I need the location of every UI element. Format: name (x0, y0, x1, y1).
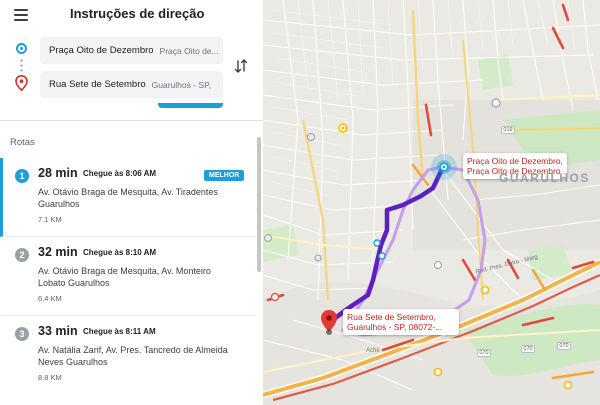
route-arrival: Chegue às 8:06 AM (83, 169, 157, 178)
route-via: Av. Otávio Braga de Mesquita, Av. Montei… (38, 266, 211, 288)
route-option-1[interactable]: 1 28 min Chegue às 8:06 AM MELHOR Av. Ot… (0, 158, 256, 237)
route-option-3[interactable]: 3 33 min Chegue às 8:11 AM Av. Natália Z… (0, 316, 256, 395)
origin-marker-icon (16, 43, 27, 54)
menu-icon[interactable] (14, 9, 28, 21)
route-option-2[interactable]: 2 32 min Chegue às 8:10 AM Av. Otávio Br… (0, 237, 256, 316)
route-distance: 8.8 KM (38, 373, 62, 382)
page-title: Instruções de direção (70, 6, 205, 21)
area-label: Aché (366, 348, 380, 354)
route-number: 2 (15, 248, 29, 262)
origin-input-sub: Praça Oito de... (159, 45, 219, 56)
road-shield: 070 (521, 345, 535, 353)
route-distance: 6.4 KM (38, 294, 62, 303)
city-label: GUARULHOS (499, 171, 590, 185)
route-duration: 33 min (38, 324, 78, 338)
destination-map-label[interactable]: Rua Sete de Setembro, Guarulhos - SP, 08… (343, 309, 459, 335)
origin-input-main: Praça Oito de Dezembro (49, 45, 154, 56)
route-number: 3 (15, 327, 29, 341)
divider (0, 120, 263, 121)
route-arrival: Chegue às 8:11 AM (83, 327, 156, 336)
destination-map-label-line1: Rua Sete de Setembro, (347, 312, 436, 322)
road-shield: 070 (557, 342, 571, 350)
route-via: Av. Natália Zarif, Av. Pres. Tancredo de… (38, 345, 228, 367)
route-via: Av. Otávio Braga de Mesquita, Av. Tirade… (38, 187, 218, 209)
directions-panel: Instruções de direção Praça Oito de Deze… (0, 0, 263, 405)
route-connector-dots (20, 58, 23, 73)
destination-input-sub: Guarulhos - SP, (151, 79, 212, 90)
route-duration: 28 min (38, 166, 78, 180)
destination-pin-icon (15, 75, 28, 91)
road-shield: 019 (501, 126, 515, 134)
origin-input[interactable]: Praça Oito de Dezembro Praça Oito de... (40, 37, 223, 64)
routes-scrollbar[interactable] (257, 137, 261, 272)
map-canvas (263, 0, 600, 405)
map-view[interactable]: Praça Oito de Dezembro, Praça Oito de De… (263, 0, 600, 405)
destination-map-label-line2: Guarulhos - SP, 08072-... (347, 322, 443, 332)
best-route-badge: MELHOR (204, 170, 245, 181)
road-shield: 070 (477, 349, 491, 357)
route-distance: 7.1 KM (38, 215, 62, 224)
origin-map-label-line1: Praça Oito de Dezembro, (467, 156, 563, 166)
route-arrival: Chegue às 8:10 AM (83, 248, 157, 257)
swap-icon[interactable] (232, 57, 250, 75)
destination-input-main: Rua Sete de Setembro (49, 79, 146, 90)
panel-header: Instruções de direção (0, 0, 263, 32)
route-number: 1 (15, 169, 29, 183)
route-duration: 32 min (38, 245, 78, 259)
destination-input[interactable]: Rua Sete de Setembro Guarulhos - SP, (40, 71, 223, 98)
routes-section-label: Rotas (10, 137, 35, 148)
travel-mode-indicator[interactable] (158, 103, 223, 108)
